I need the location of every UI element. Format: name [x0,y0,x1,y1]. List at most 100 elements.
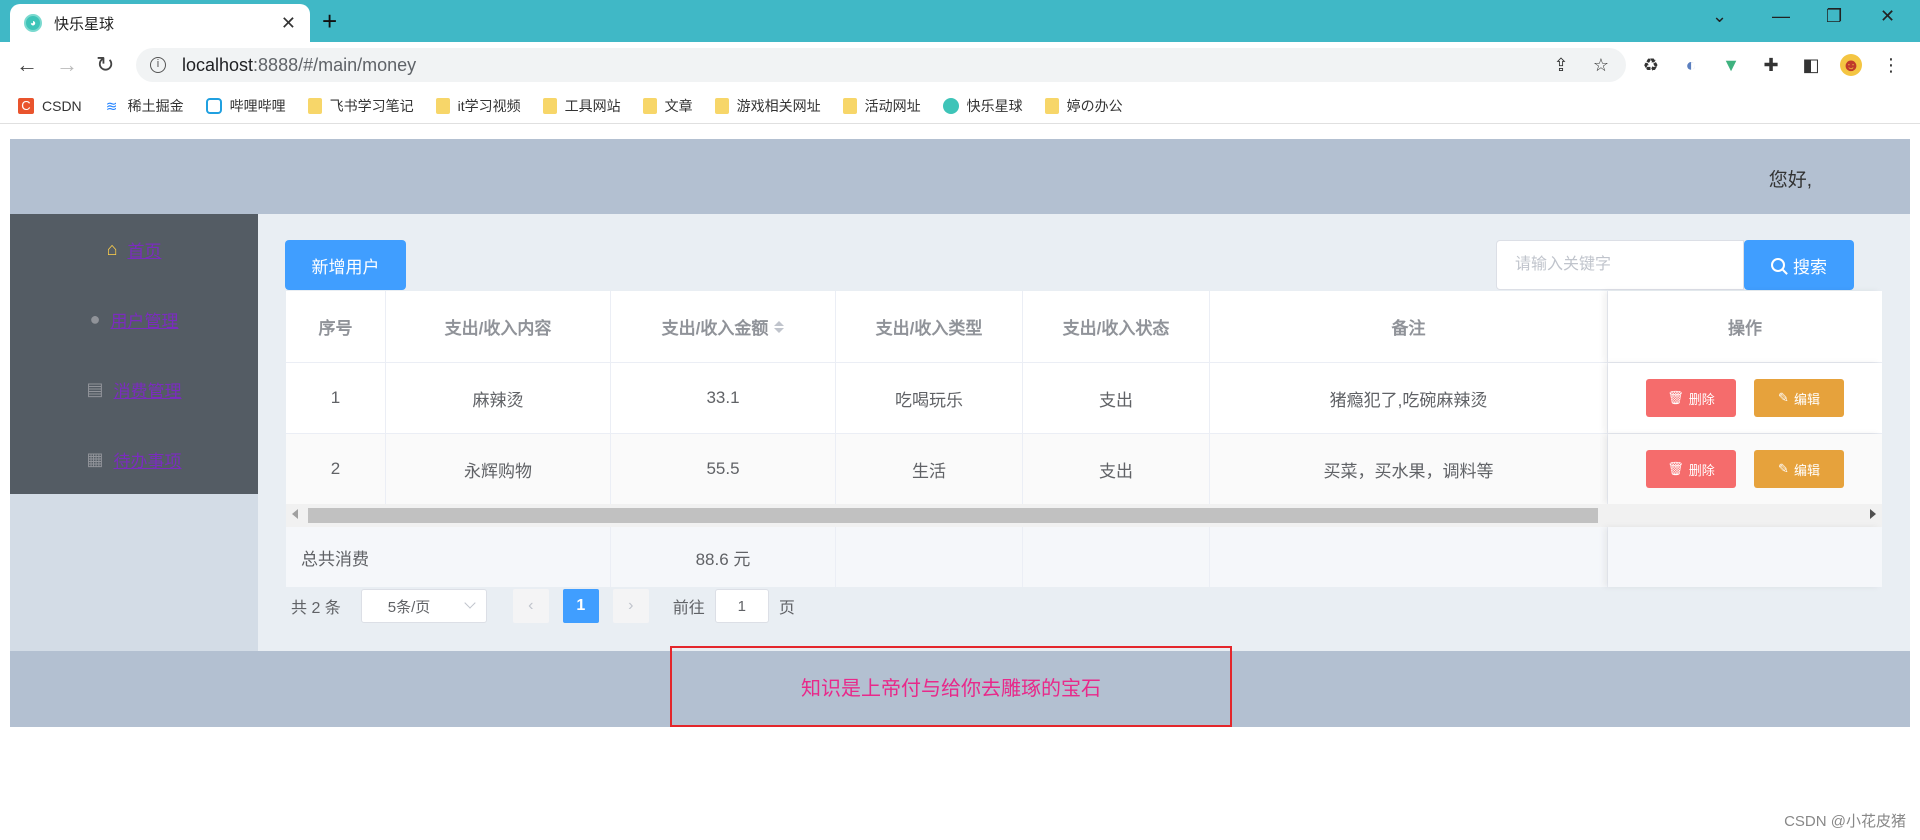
menu-icon[interactable]: ⋮ [1880,54,1902,76]
bookmarks-bar: C CSDN ≋ 稀土掘金 哔哩哔哩 飞书学习笔记 it学习视频 工具网站 文章 游… [0,88,1920,124]
bookmark-articles[interactable]: 文章 [642,96,693,116]
minimize-icon[interactable]: — [1772,6,1790,27]
scrollbar-thumb[interactable] [308,508,1598,523]
summary-empty [1608,527,1882,587]
edit-button[interactable]: ✎ 编辑 [1754,450,1844,488]
folder-icon [714,97,729,114]
cell-note: 买菜，买水果，调料等 [1210,434,1608,504]
cell-status: 支出 [1023,363,1210,433]
folder-icon [435,97,450,114]
goto-suffix: 页 [778,600,795,617]
footer-motto: 知识是上帝付与给你去雕琢的宝石 [670,646,1232,727]
search-button-label: 搜索 [1793,257,1827,277]
forward-icon[interactable]: → [56,52,78,78]
close-icon[interactable]: ✕ [281,13,296,34]
bookmark-happy-planet[interactable]: 快乐星球 [942,96,1023,116]
column-header: 支出/收入状态 [1023,291,1210,362]
sidebar-item-label[interactable]: 首页 [127,237,161,262]
bookmark-juejin[interactable]: ≋ 稀土掘金 [104,96,184,116]
cell-actions: 🗑 删除 ✎ 编辑 [1608,434,1882,504]
home-icon: ⌂ [106,238,118,259]
folder-icon [642,97,657,114]
horizontal-scrollbar[interactable] [286,504,1882,527]
folder-icon [307,97,322,114]
add-user-button[interactable]: 新增用户 [285,240,406,290]
bookmark-csdn[interactable]: C CSDN [18,97,82,114]
sidebar-item-users[interactable]: ● 用户管理 [10,284,258,354]
column-header-sortable[interactable]: 支出/收入金额 [611,291,836,362]
sidebar-filler [10,494,258,651]
back-icon[interactable]: ← [16,52,38,78]
sidebar-item-home[interactable]: ⌂ 首页 [10,214,258,284]
sort-icon[interactable] [774,320,785,333]
page-number-button[interactable]: 1 [562,589,599,623]
expense-table: 序号 支出/收入内容 支出/收入金额 支出/收入类型 支出/收入状态 备注 操作… [286,291,1882,587]
pencil-icon: ✎ [1778,461,1789,476]
cell-amount: 55.5 [611,434,836,504]
star-icon[interactable]: ☆ [1590,54,1612,76]
next-page-button[interactable]: › [612,589,649,623]
planet-icon: ◕ [24,14,42,32]
pencil-icon: ✎ [1778,390,1789,405]
cell-index: 1 [286,363,386,433]
summary-empty [836,527,1023,587]
bookmark-feishu[interactable]: 飞书学习笔记 [307,96,414,116]
recycle-icon[interactable]: ♻ [1640,54,1662,76]
sidepanel-icon[interactable]: ◧ [1800,54,1822,76]
column-header: 序号 [286,291,386,362]
edit-button[interactable]: ✎ 编辑 [1754,379,1844,417]
folder-icon [542,97,557,114]
scroll-right-icon[interactable] [1870,509,1876,519]
browser-tab-strip: ◕ 快乐星球 ✕ + ⌄ — ❐ ✕ [0,0,1920,42]
delete-button[interactable]: 🗑 删除 [1646,379,1736,417]
table-header-row: 序号 支出/收入内容 支出/收入金额 支出/收入类型 支出/收入状态 备注 操作 [286,291,1882,363]
summary-label: 总共消费 [286,527,611,587]
puzzle-icon[interactable]: ✚ [1760,54,1782,76]
search-input[interactable]: 请输入关键字 [1496,240,1744,290]
share-icon[interactable]: ⇪ [1550,54,1572,76]
grid-icon: ▦ [86,448,104,469]
prev-page-button[interactable]: ‹ [512,589,549,623]
greeting-text: 您好, [1768,170,1812,191]
sidebar-item-label[interactable]: 消费管理 [114,377,182,402]
url-field[interactable]: i localhost:8888/#/main/money [136,48,1626,82]
summary-row: 总共消费 88.6 元 [286,527,1882,587]
bookmark-office[interactable]: 婷の办公 [1044,96,1123,116]
chevron-down-icon [464,597,476,609]
column-header: 支出/收入内容 [386,291,611,362]
cell-content: 麻辣烫 [386,363,611,433]
bookmark-events[interactable]: 活动网址 [842,96,921,116]
window-close-icon[interactable]: ✕ [1880,6,1895,27]
goto-page-input[interactable]: 1 [714,589,769,623]
bookmark-bilibili[interactable]: 哔哩哔哩 [205,96,286,116]
cell-content: 永辉购物 [386,434,611,504]
info-icon[interactable]: i [150,57,166,73]
restore-icon[interactable]: ❐ [1826,6,1842,27]
reload-icon[interactable]: ↻ [96,52,114,78]
juejin-icon: ≋ [105,97,118,114]
sidebar-item-todos[interactable]: ▦ 待办事项 [10,424,258,494]
extension-icon[interactable]: ◐ [1680,54,1702,76]
column-header: 备注 [1210,291,1608,362]
new-tab-icon[interactable]: + [322,8,337,34]
bookmark-tools[interactable]: 工具网站 [542,96,621,116]
scroll-left-icon[interactable] [292,509,298,519]
csdn-icon: C [18,97,34,114]
delete-button[interactable]: 🗑 删除 [1646,450,1736,488]
profile-avatar[interactable]: ☻ [1840,54,1862,76]
bookmark-it-video[interactable]: it学习视频 [435,96,521,116]
chevron-down-icon[interactable]: ⌄ [1712,6,1727,27]
vue-devtools-icon[interactable]: ▼ [1720,54,1742,76]
trash-icon: 🗑 [1667,390,1684,405]
sidebar-item-expenses[interactable]: ▤ 消费管理 [10,354,258,424]
user-icon: ● [89,308,101,329]
browser-tab[interactable]: ◕ 快乐星球 ✕ [10,4,310,42]
bookmark-games[interactable]: 游戏相关网址 [714,96,821,116]
search-icon [1771,258,1785,272]
page-size-select[interactable]: 5条/页 [360,589,487,623]
summary-empty [1210,527,1608,587]
sidebar-item-label[interactable]: 待办事项 [114,447,182,472]
sidebar-item-label[interactable]: 用户管理 [110,307,178,332]
table-row: 2 永辉购物 55.5 生活 支出 买菜，买水果，调料等 🗑 删除 ✎ 编辑 [286,434,1882,504]
search-button[interactable]: 搜索 [1744,240,1854,290]
